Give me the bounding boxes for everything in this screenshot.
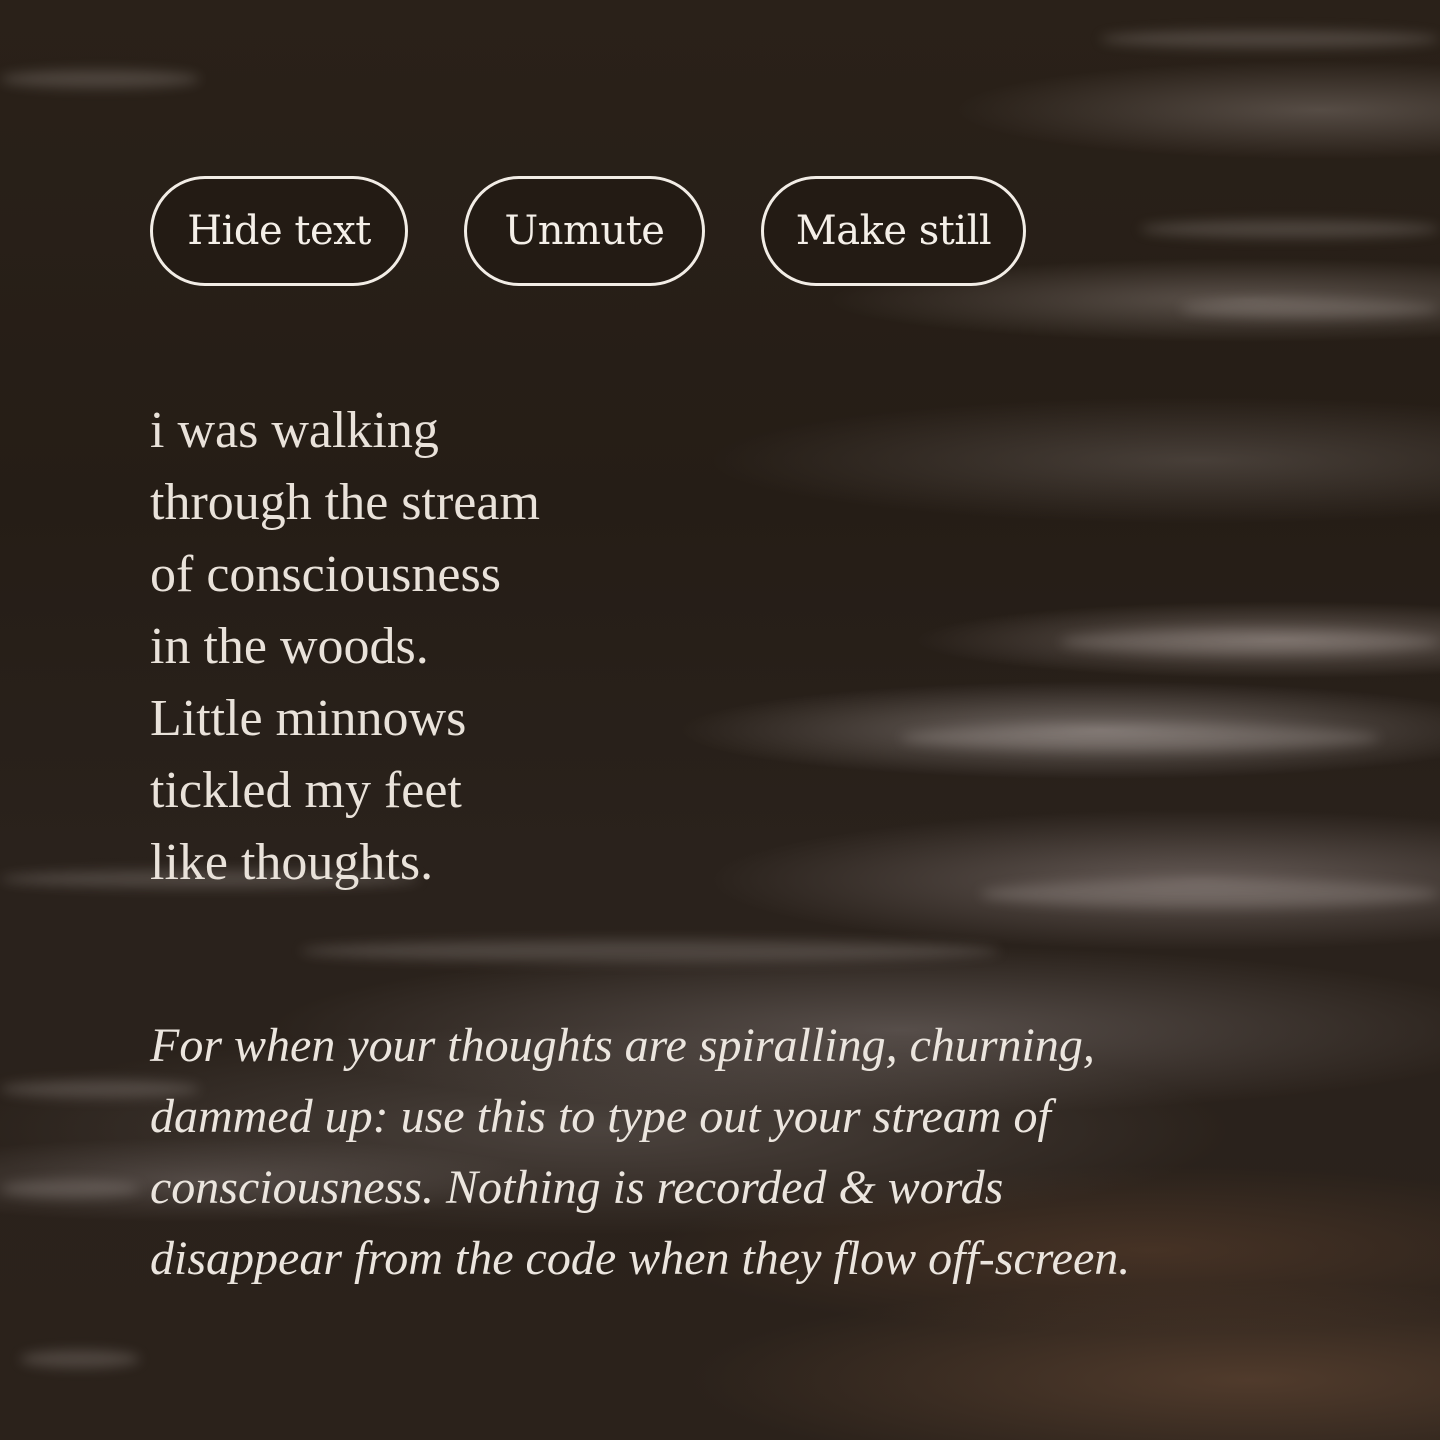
water-streak <box>900 725 1380 751</box>
water-streak <box>1180 300 1440 318</box>
poem-line: through the stream <box>150 474 540 531</box>
stream-background: Hide text Unmute Make still i was walkin… <box>0 0 1440 1440</box>
poem: i was walking through the stream of cons… <box>150 395 540 899</box>
water-streak <box>300 940 1000 962</box>
poem-line: like thoughts. <box>150 834 434 891</box>
make-still-button[interactable]: Make still <box>761 176 1026 286</box>
poem-line: tickled my feet <box>150 762 462 819</box>
water-streak <box>1060 630 1440 654</box>
hide-text-button[interactable]: Hide text <box>150 176 408 286</box>
water-streak <box>980 880 1440 908</box>
water-streak <box>1100 30 1440 48</box>
water-streak <box>20 1350 140 1368</box>
unmute-button[interactable]: Unmute <box>464 176 705 286</box>
water-streak <box>0 1180 140 1198</box>
poem-line: of consciousness <box>150 546 501 603</box>
control-bar: Hide text Unmute Make still <box>150 176 1026 286</box>
poem-line: i was walking <box>150 402 439 459</box>
description-text: For when your thoughts are spiralling, c… <box>150 1019 1131 1285</box>
water-streak <box>1140 220 1440 238</box>
poem-line: Little minnows <box>150 690 467 747</box>
water-streak <box>0 70 200 88</box>
poem-line: in the woods. <box>150 618 429 675</box>
